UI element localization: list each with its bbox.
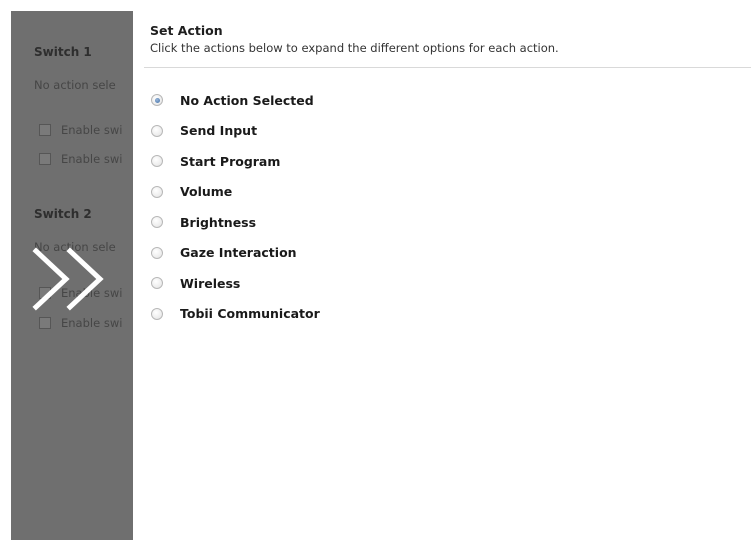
- checkbox-icon: [39, 153, 51, 165]
- radio-button[interactable]: [151, 185, 163, 198]
- option-send-input[interactable]: Send Input: [151, 116, 320, 147]
- set-action-panel: Set Action Click the actions below to ex…: [133, 11, 751, 540]
- action-options-list: No Action Selected Send Input Start Prog…: [151, 85, 320, 329]
- option-label: Tobii Communicator: [180, 306, 320, 322]
- radio-button-selected[interactable]: [151, 94, 163, 107]
- option-label: Start Program: [180, 153, 281, 169]
- option-label: Send Input: [180, 123, 258, 139]
- option-wireless[interactable]: Wireless: [151, 268, 320, 299]
- switch2-checkbox-b: Enable swi: [39, 316, 122, 330]
- divider: [144, 67, 751, 68]
- panel-subtitle: Click the actions below to expand the di…: [150, 41, 559, 55]
- option-label: Wireless: [180, 275, 241, 291]
- checkbox-icon: [39, 124, 51, 136]
- option-label: Brightness: [180, 214, 257, 230]
- option-label: Volume: [180, 184, 233, 200]
- option-label: No Action Selected: [180, 92, 314, 108]
- switch1-heading: Switch 1: [34, 45, 92, 59]
- option-gaze-interaction[interactable]: Gaze Interaction: [151, 238, 320, 269]
- switch1-checkbox-b: Enable swi: [39, 152, 122, 166]
- switch1-checkbox-a-label: Enable swi: [61, 123, 123, 137]
- radio-button[interactable]: [151, 246, 163, 259]
- option-start-program[interactable]: Start Program: [151, 146, 320, 177]
- switch2-heading: Switch 2: [34, 207, 92, 221]
- radio-button[interactable]: [151, 155, 163, 168]
- option-volume[interactable]: Volume: [151, 177, 320, 208]
- switch1-checkbox-b-label: Enable swi: [61, 152, 123, 166]
- option-no-action-selected[interactable]: No Action Selected: [151, 85, 320, 116]
- option-tobii-communicator[interactable]: Tobii Communicator: [151, 299, 320, 330]
- radio-button[interactable]: [151, 124, 163, 137]
- radio-button[interactable]: [151, 307, 163, 320]
- option-label: Gaze Interaction: [180, 245, 297, 261]
- switch2-checkbox-b-label: Enable swi: [61, 316, 123, 330]
- panel-title: Set Action: [150, 23, 223, 38]
- switch1-status: No action sele: [34, 78, 116, 92]
- checkbox-icon: [39, 317, 51, 329]
- option-brightness[interactable]: Brightness: [151, 207, 320, 238]
- radio-button[interactable]: [151, 216, 163, 229]
- double-chevron-right-icon[interactable]: [30, 245, 112, 313]
- switch1-checkbox-a: Enable swi: [39, 123, 122, 137]
- radio-button[interactable]: [151, 277, 163, 290]
